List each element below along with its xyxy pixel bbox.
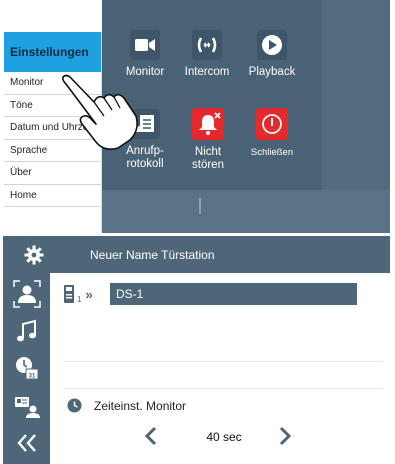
device-index: 1 bbox=[77, 294, 82, 304]
home-panel-footer bbox=[102, 190, 390, 233]
calendar-clock-icon[interactable]: 31 bbox=[12, 353, 42, 383]
home-panel-right bbox=[322, 0, 390, 190]
tile-close[interactable]: Schließen bbox=[232, 108, 312, 159]
power-icon bbox=[256, 108, 288, 140]
settings-item-about[interactable]: Über bbox=[4, 162, 101, 185]
settings-item-home[interactable]: Home bbox=[4, 185, 101, 207]
video-camera-icon bbox=[130, 30, 160, 60]
music-note-icon[interactable] bbox=[12, 317, 42, 347]
header-bar: Neuer Name Türstation bbox=[3, 236, 390, 273]
timer-value: 40 sec bbox=[206, 430, 242, 444]
divider-line bbox=[63, 388, 383, 389]
intercom-icon bbox=[192, 30, 222, 60]
bottom-screen: Neuer Name Türstation 31 1 » DS-1 Zeitei… bbox=[3, 236, 390, 464]
timer-label: Zeiteinst. Monitor bbox=[94, 398, 187, 413]
page-title: Neuer Name Türstation bbox=[90, 248, 215, 262]
settings-menu-title: Einstellungen bbox=[4, 32, 101, 72]
device-name-field[interactable]: DS-1 bbox=[110, 283, 357, 305]
chevron-right-icon bbox=[279, 426, 292, 446]
forward-arrows-icon: » bbox=[85, 286, 93, 302]
svg-text:31: 31 bbox=[29, 374, 36, 380]
play-icon bbox=[257, 30, 287, 60]
timer-stepper: 40 sec bbox=[141, 424, 301, 452]
decrease-button[interactable] bbox=[141, 426, 161, 448]
door-station-icon bbox=[64, 285, 74, 303]
top-screen: Einstellungen Monitor Töne Datum und Uhr… bbox=[0, 0, 395, 233]
divider-line bbox=[63, 361, 383, 362]
collapse-icon[interactable] bbox=[12, 428, 42, 458]
do-not-disturb-icon bbox=[192, 108, 224, 140]
screenshot-page: Einstellungen Monitor Töne Datum und Uhr… bbox=[0, 0, 395, 464]
sidebar: 31 bbox=[3, 273, 50, 464]
device-row: 1 » bbox=[63, 283, 93, 305]
pointing-hand-icon bbox=[62, 74, 138, 150]
timer-setting-row: Zeiteinst. Monitor bbox=[67, 398, 186, 413]
tile-playback-label: Playback bbox=[248, 66, 296, 78]
contacts-icon[interactable] bbox=[12, 391, 42, 421]
increase-button[interactable] bbox=[275, 426, 295, 448]
tile-close-label: Schließen bbox=[250, 147, 294, 158]
clock-icon bbox=[67, 398, 82, 413]
user-icon[interactable] bbox=[12, 279, 42, 309]
chevron-left-icon bbox=[144, 426, 157, 446]
gear-icon[interactable] bbox=[24, 245, 44, 265]
footer-divider bbox=[199, 198, 201, 214]
tile-playback[interactable]: Playback bbox=[232, 30, 312, 79]
